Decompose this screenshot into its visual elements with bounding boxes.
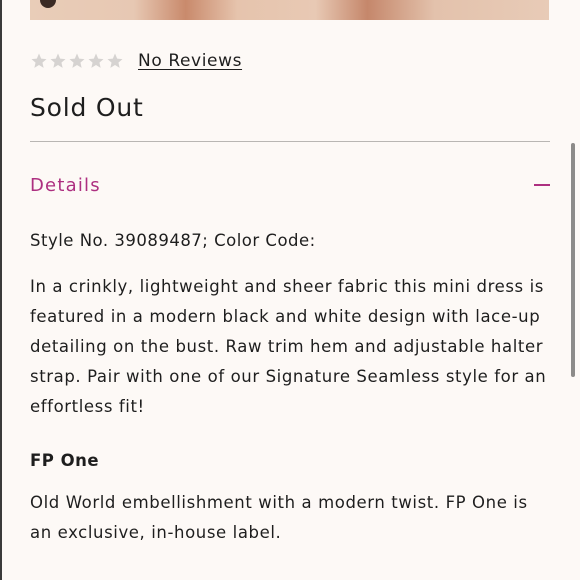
reviews-link[interactable]: No Reviews xyxy=(138,51,242,71)
window-edge xyxy=(0,0,2,580)
star-icon xyxy=(107,53,123,68)
image-detail xyxy=(40,0,56,8)
star-icon xyxy=(69,53,85,68)
star-icon xyxy=(31,53,47,68)
star-rating xyxy=(30,52,124,70)
rating-row: No Reviews xyxy=(30,48,242,74)
divider xyxy=(30,141,550,142)
stock-status: Sold Out xyxy=(30,93,144,122)
details-title: Details xyxy=(30,174,101,196)
brand-description: Old World embellishment with a modern tw… xyxy=(30,493,528,542)
style-number: Style No. 39089487; Color Code: xyxy=(30,231,316,250)
scrollbar[interactable] xyxy=(571,143,575,377)
minus-icon[interactable] xyxy=(534,184,550,186)
details-accordion-toggle[interactable]: Details xyxy=(30,170,552,200)
brand-heading: FP One xyxy=(30,451,100,470)
star-icon xyxy=(50,53,66,68)
product-description: In a crinkly, lightweight and sheer fabr… xyxy=(30,277,547,416)
star-icon xyxy=(88,53,104,68)
product-image[interactable] xyxy=(30,0,549,20)
